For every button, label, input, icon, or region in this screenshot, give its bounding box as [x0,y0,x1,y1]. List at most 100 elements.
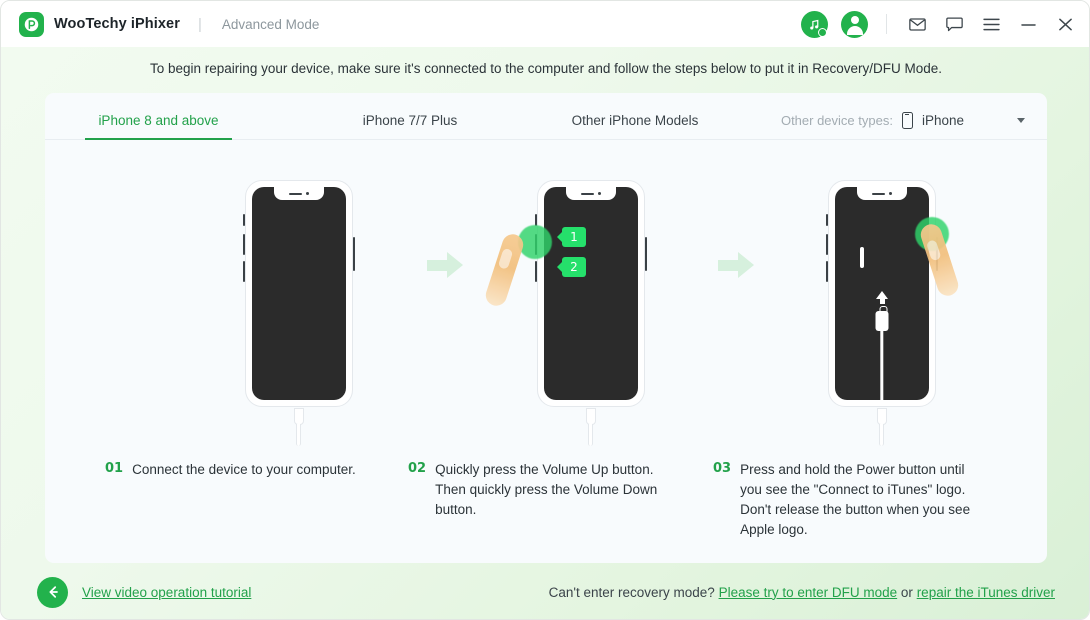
tabs-row: iPhone 8 and above iPhone 7/7 Plus Other… [45,93,1047,140]
app-title: WooTechy iPhixer [54,16,180,32]
volume-up-button [825,234,829,255]
volume-up-button [534,234,538,255]
cable-plug [586,408,596,425]
music-search-icon[interactable] [801,10,828,38]
back-button[interactable] [37,576,68,608]
back-arrow-icon [48,586,58,598]
cable-plug [294,408,304,425]
app-logo-icon [19,11,44,37]
lightning-plug-icon [875,306,889,331]
speaker-slit [288,192,302,195]
repair-itunes-driver-link[interactable]: repair the iTunes driver [917,585,1055,600]
cable-wire [296,424,302,446]
finger-pressing-volume [483,219,552,315]
tab-iphone-7-7-plus[interactable]: iPhone 7/7 Plus [335,113,485,139]
mode-label: Advanced Mode [221,16,320,32]
lightning-wire [880,330,884,400]
avatar-body [846,26,863,35]
step-text-1: Connect the device to your computer. [132,462,356,477]
device-type-select[interactable]: Other device types: iPhone [781,112,1025,129]
titlebar: WooTechy iPhixer | Advanced Mode [1,1,1089,47]
footer-help: Can't enter recovery mode? Please try to… [549,585,1055,600]
step-caption-1: 01 Connect the device to your computer. [105,460,365,480]
notch [274,187,324,200]
account-icon[interactable] [841,10,868,38]
volume-up-button [242,234,246,255]
lightning-cable-3 [875,408,889,446]
phone-illustration-step-2: 1 2 [483,180,648,446]
phone-icon [901,112,913,129]
mute-switch [534,214,538,226]
arrow-head [447,252,463,278]
phone-illustration-step-3 [825,180,961,446]
instruction-banner: To begin repairing your device, make sur… [150,61,942,76]
laptop-lid [860,247,864,268]
mute-switch [242,214,246,226]
phone-illustration-step-1 [242,180,356,446]
volume-down-button [242,261,246,282]
close-icon[interactable] [1053,12,1077,36]
power-button [644,237,648,271]
body-area: To begin repairing your device, make sur… [1,47,1089,619]
cable-wire [879,424,885,446]
volume-down-button [825,261,829,282]
mail-icon[interactable] [905,12,929,36]
steps-area: 1 2 01 Connect the device to your comput… [45,140,1047,563]
arrow-shaft [427,260,449,271]
step-text-2: Quickly press the Volume Up button. Then… [435,462,658,517]
step-badge-1: 1 [557,227,586,247]
hamburger-menu-icon[interactable] [979,12,1003,36]
brand: WooTechy iPhixer | Advanced Mode [19,11,320,37]
tab-iphone-8-and-above[interactable]: iPhone 8 and above [85,113,232,140]
step-number-3: 03 [713,461,732,476]
app-window: WooTechy iPhixer | Advanced Mode To begi… [0,0,1090,620]
arrow-head [738,252,754,278]
front-camera-dot [597,191,602,196]
chat-icon[interactable] [942,12,966,36]
up-arrow-icon [876,291,888,304]
connector-arrow-2 [718,252,754,278]
chevron-down-icon[interactable] [1017,118,1025,123]
cable-plug [877,408,887,425]
step-badge-2: 2 [557,257,586,277]
lightning-cable-2 [584,408,598,446]
speaker-slit [580,192,594,195]
step-number-2: 02 [408,461,427,476]
speaker-slit [871,192,885,195]
power-button [935,237,939,271]
titlebar-actions [801,10,1077,38]
device-type-value: iPhone [921,113,964,128]
step-number-1: 01 [105,461,124,476]
phone-screen-1 [252,187,346,400]
step-caption-3: 03 Press and hold the Power button until… [713,460,983,540]
connector-arrow-1 [427,252,463,278]
step-text-3: Press and hold the Power button until yo… [740,462,971,537]
front-camera-dot [305,191,310,196]
volume-down-button [534,261,538,282]
phone-screen-3 [835,187,929,400]
step-caption-2: 02 Quickly press the Volume Up button. T… [408,460,658,520]
connect-to-computer-icon [860,247,904,268]
video-tutorial-link[interactable]: View video operation tutorial [82,585,251,600]
magnifier-badge-icon [818,27,827,37]
titlebar-divider [886,14,887,34]
notch [566,187,616,200]
dfu-mode-link[interactable]: Please try to enter DFU mode [719,585,898,600]
arrow-shaft [718,260,740,271]
phone-screen-2: 1 2 [544,187,638,400]
notch [857,187,907,200]
mute-switch [825,214,829,226]
footer: View video operation tutorial Can't ente… [1,563,1089,619]
title-separator: | [197,15,202,33]
minimize-icon[interactable] [1016,12,1040,36]
avatar-head [850,15,859,24]
hand-graphic [483,231,526,309]
power-button [352,237,356,271]
recovery-question: Can't enter recovery mode? [548,584,715,600]
tab-other-iphone-models[interactable]: Other iPhone Models [550,113,720,139]
device-type-label: Other device types: [780,113,893,128]
front-camera-dot [888,191,893,196]
footer-conjunction: or [900,584,913,600]
main-card: iPhone 8 and above iPhone 7/7 Plus Other… [45,93,1047,563]
cable-wire [588,424,594,446]
